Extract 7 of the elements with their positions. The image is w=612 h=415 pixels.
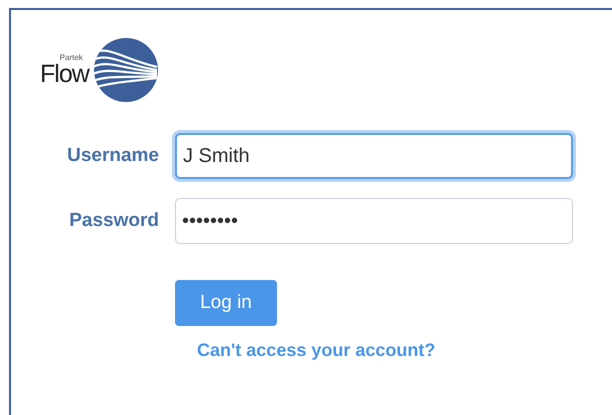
logo-subtitle: Partek xyxy=(60,53,83,62)
field-label: Password xyxy=(68,210,159,232)
wave-globe-icon xyxy=(92,37,159,103)
field-label: Username xyxy=(66,145,159,167)
input-field[interactable]: •••••••• xyxy=(175,198,573,244)
logo-title: Flow xyxy=(40,62,89,87)
input-field[interactable]: J Smith xyxy=(175,133,573,179)
